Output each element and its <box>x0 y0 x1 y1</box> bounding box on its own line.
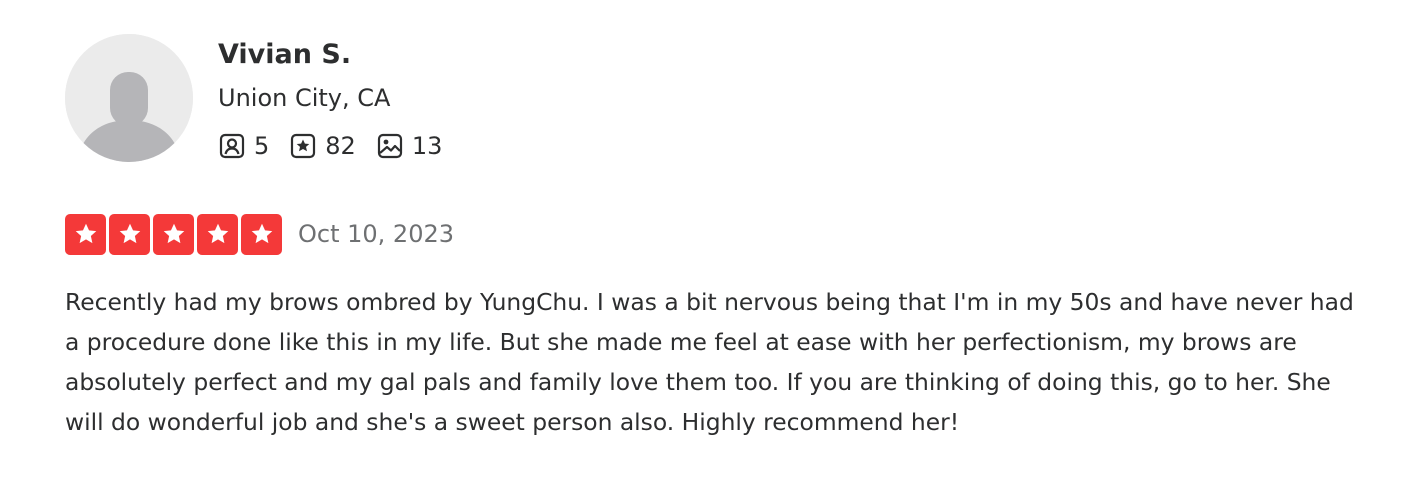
review-date: Oct 10, 2023 <box>298 220 454 248</box>
friends-stat: 5 <box>218 132 269 160</box>
friends-icon <box>218 132 246 160</box>
star-icon <box>65 213 106 255</box>
photos-icon <box>376 132 404 160</box>
review-text: Recently had my brows ombred by YungChu.… <box>65 288 1354 436</box>
star-icon <box>153 213 194 255</box>
user-stats: 5 82 13 <box>218 128 462 164</box>
reviews-stat: 82 <box>289 132 356 160</box>
avatar[interactable] <box>65 34 193 162</box>
review-card: Vivian S. Union City, CA 5 82 13 Oct 10,… <box>0 0 1403 477</box>
friends-count: 5 <box>254 132 270 160</box>
user-name[interactable]: Vivian S. <box>218 36 351 74</box>
photos-stat: 13 <box>376 132 443 160</box>
star-rating <box>65 213 282 255</box>
star-icon <box>241 213 282 255</box>
reviews-count: 82 <box>325 132 356 160</box>
star-icon <box>109 213 150 255</box>
user-location: Union City, CA <box>218 84 391 112</box>
rating-row: Oct 10, 2023 <box>65 213 454 255</box>
reviews-icon <box>289 132 317 160</box>
star-icon <box>197 213 238 255</box>
photos-count: 13 <box>411 132 443 160</box>
default-user-avatar-icon <box>65 34 193 162</box>
